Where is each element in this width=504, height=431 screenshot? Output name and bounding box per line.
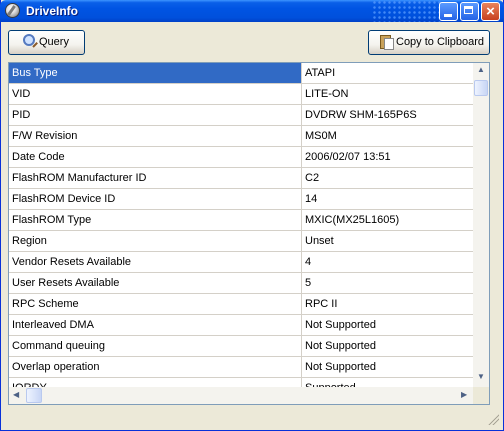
horizontal-scroll-thumb[interactable] xyxy=(26,388,42,403)
query-button[interactable]: Query xyxy=(8,30,85,55)
table-row[interactable]: VID LITE-ON xyxy=(9,84,473,105)
row-value: LITE-ON xyxy=(305,88,349,100)
titlebar-pattern xyxy=(372,0,442,22)
query-button-label: Query xyxy=(39,36,69,48)
table-row[interactable]: Interleaved DMA Not Supported xyxy=(9,315,473,336)
table-row[interactable]: PID DVDRW SHM-165P6S xyxy=(9,105,473,126)
row-key: Command queuing xyxy=(9,336,302,356)
scroll-left-arrow-icon[interactable]: ◀ xyxy=(13,390,19,399)
row-value: Unset xyxy=(305,235,334,247)
row-key: RPC Scheme xyxy=(9,294,302,314)
row-value: C2 xyxy=(305,172,320,184)
row-key: Overlap operation xyxy=(9,357,302,377)
table-row[interactable]: FlashROM Type MXIC(MX25L1605) xyxy=(9,210,473,231)
row-value: 2006/02/07 13:51 xyxy=(305,151,391,163)
table-row[interactable]: Date Code 2006/02/07 13:51 xyxy=(9,147,473,168)
row-value: Not Supported xyxy=(305,319,376,331)
vertical-scroll-thumb[interactable] xyxy=(474,80,488,96)
horizontal-scrollbar[interactable]: ◀ ▶ xyxy=(9,387,473,404)
clipboard-icon xyxy=(380,35,394,50)
row-key: FlashROM Type xyxy=(9,210,302,230)
row-key: F/W Revision xyxy=(9,126,302,146)
drive-info-table[interactable]: Bus Type ATAPI VID LITE-ON PID DVDRW SHM-165P… xyxy=(8,62,490,405)
row-value: RPC II xyxy=(305,298,338,310)
row-value: 5 xyxy=(305,277,312,289)
close-button[interactable]: × xyxy=(481,2,500,21)
table-row[interactable]: F/W Revision MS0M xyxy=(9,126,473,147)
row-key: Bus Type xyxy=(9,63,302,83)
minimize-icon xyxy=(444,14,452,17)
drive-info-window: DriveInfo × Query Copy to Clipboard Bus … xyxy=(0,0,504,431)
magnifier-icon xyxy=(23,34,35,46)
row-key: PID xyxy=(9,105,302,125)
table-row[interactable]: Overlap operation Not Supported xyxy=(9,357,473,378)
table-row[interactable]: RPC Scheme RPC II xyxy=(9,294,473,315)
row-key: Date Code xyxy=(9,147,302,167)
close-icon: × xyxy=(486,3,495,20)
row-value: 14 xyxy=(305,193,318,205)
scrollbar-corner xyxy=(473,387,489,404)
row-key: FlashROM Manufacturer ID xyxy=(9,168,302,188)
scroll-down-arrow-icon[interactable]: ▼ xyxy=(477,372,485,381)
table-row[interactable]: Bus Type ATAPI xyxy=(9,63,473,84)
minimize-button[interactable] xyxy=(439,2,458,21)
table-row[interactable]: Vendor Resets Available 4 xyxy=(9,252,473,273)
table-row[interactable]: User Resets Available 5 xyxy=(9,273,473,294)
row-key: Interleaved DMA xyxy=(9,315,302,335)
copy-button-label: Copy to Clipboard xyxy=(396,36,485,48)
row-key: Vendor Resets Available xyxy=(9,252,302,272)
row-value: MS0M xyxy=(305,130,337,142)
scroll-right-arrow-icon[interactable]: ▶ xyxy=(461,390,467,399)
resize-grip-icon[interactable] xyxy=(487,413,499,425)
row-value: ATAPI xyxy=(305,67,336,79)
row-value: 4 xyxy=(305,256,312,268)
row-value: Not Supported xyxy=(305,361,376,373)
window-title: DriveInfo xyxy=(26,4,79,18)
table-row[interactable]: Command queuing Not Supported xyxy=(9,336,473,357)
table-row[interactable]: FlashROM Manufacturer ID C2 xyxy=(9,168,473,189)
table-row[interactable]: Region Unset xyxy=(9,231,473,252)
title-bar[interactable]: DriveInfo × xyxy=(0,0,504,22)
vertical-scrollbar[interactable]: ▲ ▼ xyxy=(473,63,489,387)
scroll-up-arrow-icon[interactable]: ▲ xyxy=(477,65,485,74)
row-key: Region xyxy=(9,231,302,251)
disc-icon[interactable] xyxy=(5,3,20,18)
maximize-button[interactable] xyxy=(460,2,479,21)
row-key: User Resets Available xyxy=(9,273,302,293)
row-value: MXIC(MX25L1605) xyxy=(305,214,400,226)
table-rows: Bus Type ATAPI VID LITE-ON PID DVDRW SHM-165P… xyxy=(9,63,473,399)
row-value: DVDRW SHM-165P6S xyxy=(305,109,417,121)
row-key: VID xyxy=(9,84,302,104)
row-value: Not Supported xyxy=(305,340,376,352)
row-key: FlashROM Device ID xyxy=(9,189,302,209)
maximize-icon xyxy=(464,6,473,14)
copy-to-clipboard-button[interactable]: Copy to Clipboard xyxy=(368,30,490,55)
table-row[interactable]: FlashROM Device ID 14 xyxy=(9,189,473,210)
